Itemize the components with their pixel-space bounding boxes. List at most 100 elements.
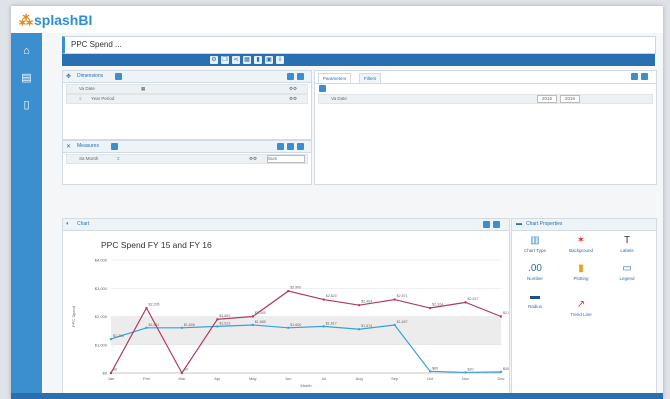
plotting-icon: ▮ <box>578 263 584 274</box>
measure-row[interactable]: Sa Month Σ ⚙⚙ Sum <box>66 154 308 164</box>
share-icon[interactable]: ⋖ <box>232 56 240 64</box>
legend-label: 2015 <box>292 391 302 393</box>
data-point <box>322 325 325 328</box>
y-tick-label: $1,000 <box>95 342 108 347</box>
number-icon: .00 <box>528 263 542 274</box>
data-label: $0 <box>113 368 117 372</box>
calendar-icon[interactable]: ▦ <box>243 56 251 64</box>
data-point <box>109 337 113 341</box>
data-point <box>464 301 467 304</box>
tab-filters[interactable]: Filters <box>359 73 382 83</box>
export-icon[interactable]: ⇩ <box>276 56 284 64</box>
data-point <box>499 315 503 318</box>
property-label: Plotting <box>573 276 589 281</box>
data-label: $2,620 <box>326 294 337 298</box>
data-point <box>393 298 396 301</box>
measures-title: Measures <box>77 143 99 149</box>
data-label: $60 <box>432 366 438 370</box>
measure-filter-icon[interactable] <box>277 143 284 150</box>
range-from-select[interactable]: 2015 <box>537 95 557 103</box>
settings-icon[interactable]: ⚙⚙ <box>289 86 297 92</box>
data-point <box>216 325 219 328</box>
data-point <box>464 371 467 374</box>
move-icon[interactable]: ✥ <box>66 73 71 80</box>
settings-icon[interactable]: ⚙⚙ <box>249 156 257 162</box>
parameters-add-icon[interactable] <box>641 73 648 80</box>
property-number[interactable]: .00 Number <box>518 263 552 281</box>
x-tick-label: May <box>249 376 257 381</box>
add-measure-icon[interactable] <box>111 143 118 150</box>
x-axis-label: Month <box>300 383 311 388</box>
dimension-row[interactable]: Va Date ▦ ⚙⚙ <box>66 84 308 94</box>
labels-icon: T <box>623 235 631 246</box>
property-bar-chart[interactable]: ▥ Chart Type <box>518 235 552 253</box>
data-label: $2,900 <box>290 286 301 290</box>
data-label: $1,617 <box>326 321 337 325</box>
property-label: Trend Line <box>570 312 592 317</box>
settings-icon[interactable]: ⚙⚙ <box>289 96 297 102</box>
property-trend-line[interactable]: ↗ Trend Line <box>564 299 598 317</box>
chart-zoom-icon[interactable] <box>493 221 500 228</box>
app-logo[interactable]: ⁂ splashBI <box>19 12 92 29</box>
property-radius[interactable]: ▬ Radius <box>518 291 552 309</box>
property-plotting[interactable]: ▮ Plotting <box>564 263 598 281</box>
data-point <box>109 371 113 375</box>
table-icon[interactable]: ▦ <box>141 86 145 92</box>
range-to-select[interactable]: 2016 <box>560 95 580 103</box>
page-title-bar: PPC Spend ... <box>62 36 656 54</box>
main-content: PPC Spend ... ⚙ ❐ ⋖ ▦ ▮ ▣ ⇩ ✥ Dimensions… <box>42 33 663 399</box>
property-legend[interactable]: ▭ Legend <box>610 263 644 281</box>
dimension-close-icon[interactable] <box>297 73 304 80</box>
radius-icon: ▬ <box>530 291 540 302</box>
measure-edit-icon[interactable] <box>287 143 294 150</box>
tab-parameters[interactable]: Parameters <box>318 73 352 83</box>
data-point <box>145 306 148 310</box>
save-icon[interactable]: ▣ <box>265 56 273 64</box>
parameters-edit-icon[interactable] <box>631 73 638 80</box>
parameter-label: Va Date <box>331 96 347 101</box>
x-tick-label: Jul <box>321 376 326 381</box>
add-dimension-icon[interactable] <box>115 73 122 80</box>
dimension-edit-icon[interactable] <box>287 73 294 80</box>
data-label: $40 <box>503 367 509 371</box>
data-label: $1,600 <box>290 323 301 327</box>
add-parameter-icon[interactable] <box>319 85 326 92</box>
data-point <box>251 315 255 318</box>
property-labels[interactable]: T Labels <box>610 235 644 253</box>
delete-icon[interactable]: ▮ <box>254 56 262 64</box>
settings-icon[interactable]: ⚙ <box>210 56 218 64</box>
x-tick-label: Apr <box>214 376 221 381</box>
sidebar: ⌂ ▤ ▯ <box>11 33 42 399</box>
x-tick-label: Mar <box>178 376 186 381</box>
property-label: Legend <box>619 276 635 281</box>
data-label: $1,697 <box>397 320 408 324</box>
report-chart-icon[interactable]: ▤ <box>20 72 33 85</box>
dimension-row[interactable]: ≡ Year Period ⚙⚙ <box>66 94 308 104</box>
parameter-row[interactable]: Va Date 2015 2016 <box>318 94 653 104</box>
property-background[interactable]: ✶ Background <box>564 235 598 253</box>
dimension-type-icon: ≡ <box>79 96 82 101</box>
sigma-icon: Σ <box>117 156 120 161</box>
parameters-panel: Parameters Filters Va Date 2015 2016 <box>314 70 657 185</box>
data-point <box>357 304 361 307</box>
close-icon[interactable]: ✕ <box>66 143 71 150</box>
measure-close-icon[interactable] <box>297 143 304 150</box>
page-title: PPC Spend ... <box>71 40 122 49</box>
data-point <box>428 306 432 310</box>
copy-icon[interactable]: ❐ <box>221 56 229 64</box>
dimensions-header: ✥ Dimensions <box>63 71 311 83</box>
home-icon[interactable]: ⌂ <box>20 45 33 58</box>
dimensions-title: Dimensions <box>77 73 104 79</box>
data-label: $2,324 <box>432 303 443 307</box>
dimension-label: Year Period <box>91 96 115 101</box>
data-point <box>357 328 361 331</box>
chart-export-icon[interactable] <box>483 221 490 228</box>
aggregation-select[interactable]: Sum <box>267 155 305 163</box>
x-tick-label: Feb <box>143 376 151 381</box>
data-point <box>216 318 219 321</box>
data-label: $2,009 <box>503 311 509 315</box>
data-label: $1,574 <box>361 324 372 328</box>
x-tick-label: Oct <box>427 376 434 381</box>
data-point <box>180 371 184 375</box>
document-icon[interactable]: ▯ <box>20 99 33 112</box>
